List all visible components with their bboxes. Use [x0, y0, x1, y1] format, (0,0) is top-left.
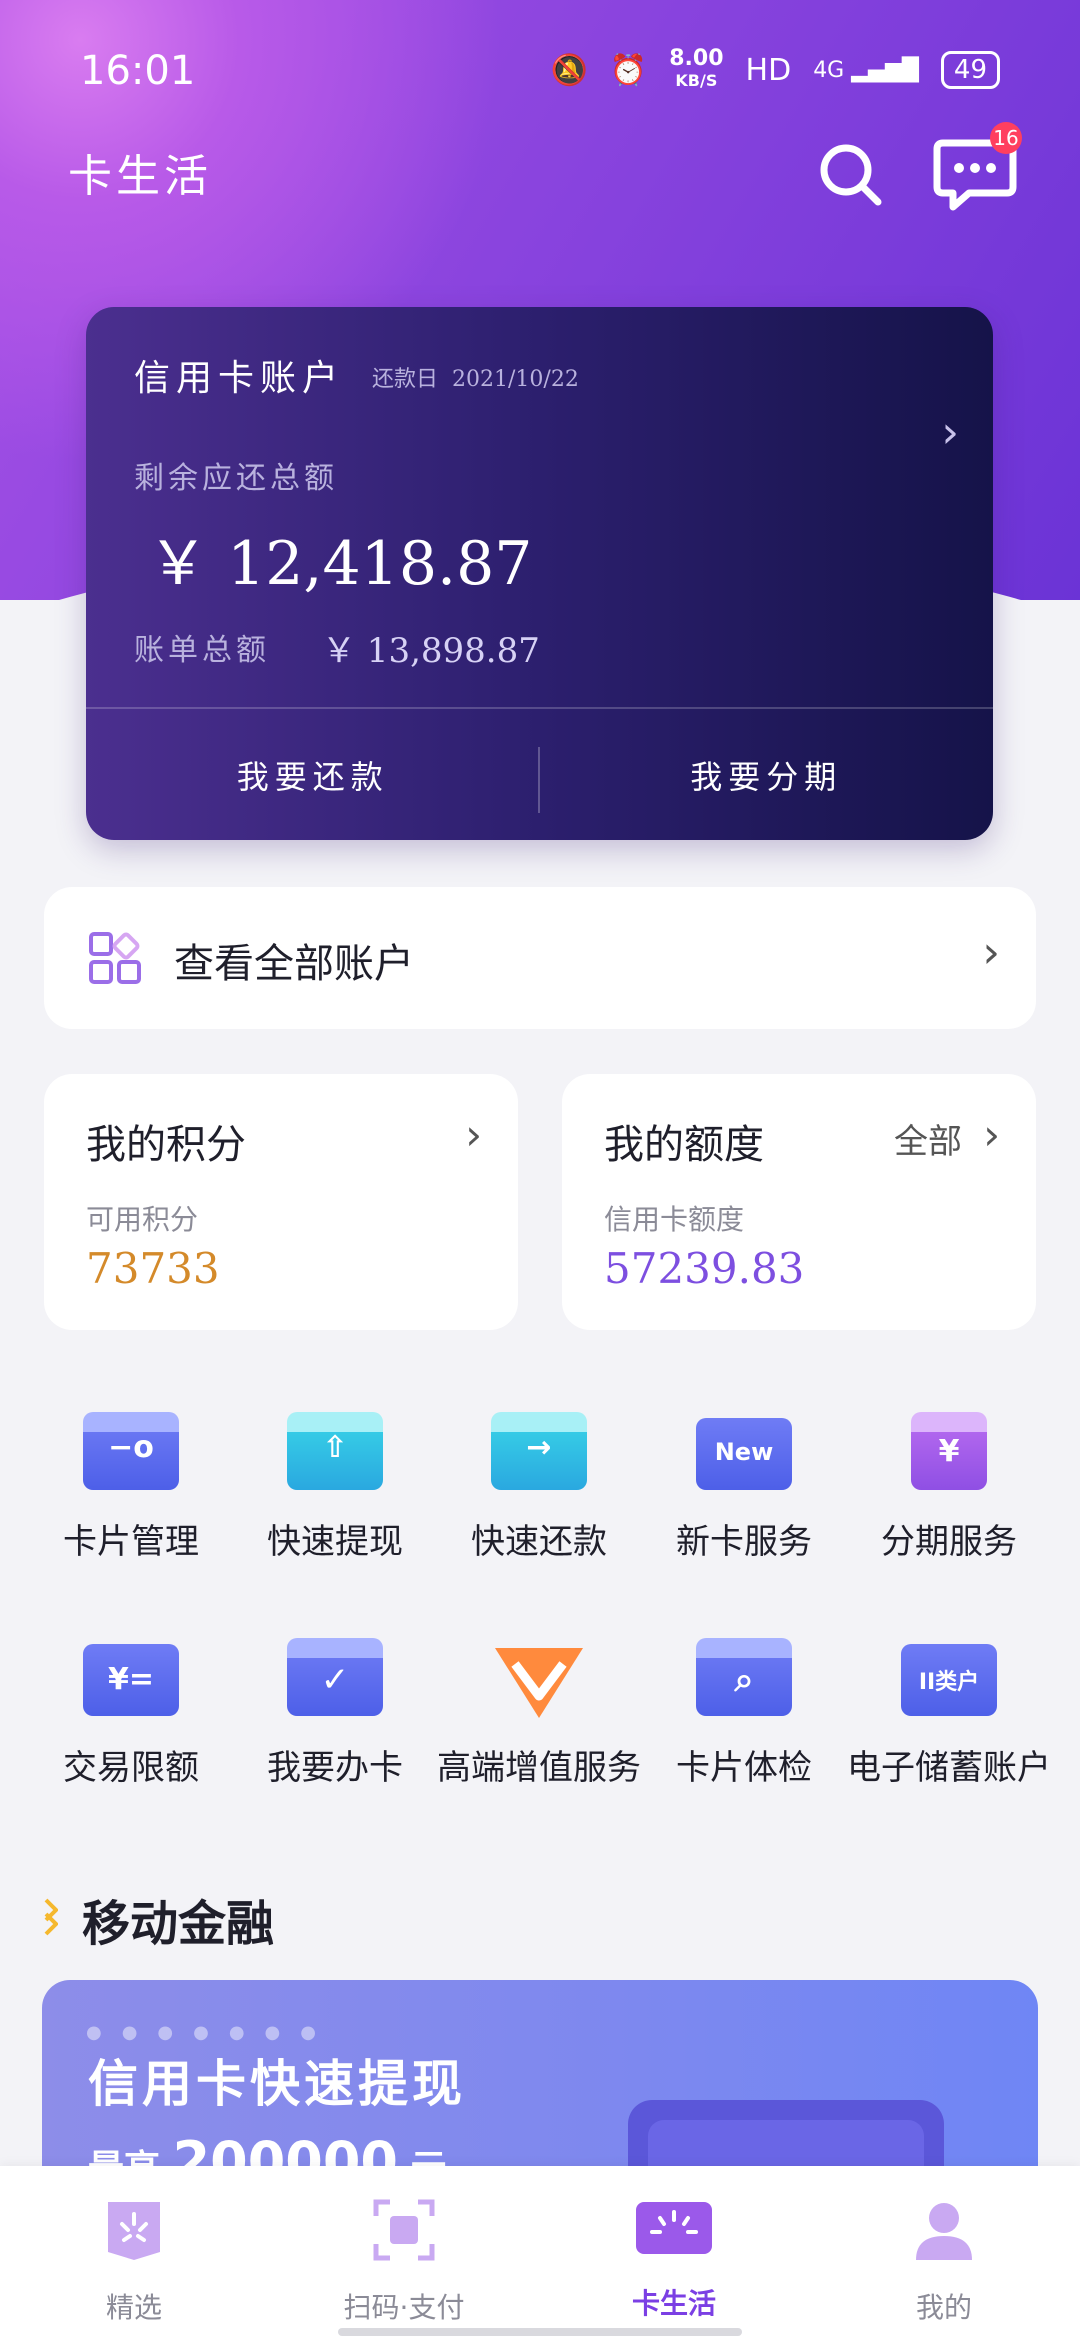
service-installment[interactable]: ¥ 分期服务 — [846, 1412, 1052, 1563]
tab-label: 我的 — [915, 2291, 972, 2324]
points-value: 73733 — [86, 1244, 220, 1293]
card-manage-icon: −o — [83, 1412, 179, 1490]
new-card-icon: New — [696, 1412, 792, 1490]
tab-scan-pay[interactable]: 扫码·支付 — [304, 2198, 504, 2326]
decorative-dots: ●●●●●●● — [86, 2022, 336, 2043]
card-checkup-icon: ⌕ — [696, 1638, 792, 1716]
section-title: 移动金融 — [82, 1896, 275, 1952]
messages-button[interactable]: 16 — [930, 122, 1022, 220]
installment-icon: ¥ — [901, 1412, 997, 1490]
view-all-accounts-label: 查看全部账户 — [174, 941, 414, 987]
bill-amount: ￥ 13,898.87 — [322, 631, 540, 671]
status-bar: 16:01 🔕 ⏰ 8.00 KB/S HD 4G ▂▄▆█ 49 — [0, 0, 1080, 150]
service-premium[interactable]: 高端增值服务 — [436, 1638, 642, 1789]
service-label: 分期服务 — [881, 1522, 1017, 1562]
e-savings-account-icon: II类户 — [901, 1638, 997, 1716]
credit-card-account[interactable]: 信用卡账户 还款日 2021/10/22 › 剩余应还总额 ￥ 12,418.8… — [86, 307, 993, 840]
featured-icon — [108, 2202, 160, 2260]
service-quick-withdraw[interactable]: ⇧ 快速提现 — [232, 1412, 438, 1563]
network-speed: 8.00 KB/S — [669, 46, 724, 91]
home-indicator[interactable] — [338, 2328, 742, 2336]
hd-indicator: HD — [745, 52, 792, 88]
promo-title: 信用卡快速提现 — [88, 2055, 466, 2113]
service-card-checkup[interactable]: ⌕ 卡片体检 — [641, 1638, 847, 1789]
tab-label: 扫码·支付 — [343, 2291, 465, 2324]
limit-title: 我的额度 — [604, 1122, 764, 1168]
service-label: 卡片管理 — [63, 1522, 199, 1562]
service-label: 快速还款 — [471, 1522, 607, 1562]
service-apply-card[interactable]: ✓ 我要办卡 — [232, 1638, 438, 1789]
signal-icon: 4G ▂▄▆█ — [813, 57, 919, 83]
search-button[interactable] — [806, 130, 896, 220]
repay-button[interactable]: 我要还款 — [86, 709, 540, 840]
chevron-right-icon: › — [983, 1110, 1000, 1159]
apply-card-icon: ✓ — [287, 1638, 383, 1716]
status-time: 16:01 — [80, 48, 196, 94]
chevron-right-icon: › — [982, 927, 1000, 978]
transaction-limit-icon: ¥= — [83, 1638, 179, 1716]
tab-card-life[interactable]: 卡生活 — [574, 2198, 774, 2322]
service-card-manage[interactable]: −o 卡片管理 — [28, 1412, 234, 1563]
service-new-card[interactable]: New 新卡服务 — [641, 1412, 847, 1563]
points-sub: 可用积分 — [86, 1203, 199, 1236]
card-life-icon — [636, 2202, 712, 2254]
search-icon — [820, 144, 882, 206]
service-label: 高端增值服务 — [437, 1748, 641, 1788]
status-icons: 🔕 ⏰ 8.00 KB/S HD 4G ▂▄▆█ 49 — [551, 48, 1000, 92]
alarm-icon: ⏰ — [609, 52, 648, 88]
tab-featured[interactable]: 精选 — [34, 2198, 234, 2326]
quick-repay-icon: → — [491, 1412, 587, 1490]
profile-icon — [916, 2203, 972, 2260]
remaining-amount: ￥ 12,418.87 — [148, 529, 533, 599]
action-separator — [538, 747, 540, 813]
premium-service-icon — [491, 1638, 587, 1718]
chevron-right-icon: › — [465, 1110, 482, 1159]
service-label: 新卡服务 — [676, 1522, 812, 1562]
tab-label: 卡生活 — [631, 2287, 716, 2320]
mute-icon: 🔕 — [550, 52, 588, 88]
quick-withdraw-icon: ⇧ — [287, 1412, 383, 1490]
page-title: 卡生活 — [68, 151, 212, 202]
service-label: 电子储蓄账户 — [847, 1748, 1051, 1788]
service-e-savings[interactable]: II类户 电子储蓄账户 — [846, 1638, 1052, 1789]
service-quick-repay[interactable]: → 快速还款 — [436, 1412, 642, 1563]
chevron-right-icon[interactable]: › — [941, 407, 959, 458]
battery-icon: 49 — [940, 51, 1000, 89]
tab-profile[interactable]: 我的 — [844, 2198, 1044, 2326]
limit-value: 57239.83 — [604, 1244, 805, 1293]
service-label: 快速提现 — [267, 1522, 403, 1562]
installment-button[interactable]: 我要分期 — [540, 709, 994, 840]
service-label: 卡片体检 — [676, 1748, 812, 1788]
tab-label: 精选 — [105, 2291, 162, 2324]
remaining-label: 剩余应还总额 — [134, 461, 338, 496]
bottom-tab-bar: 精选 扫码·支付 卡生活 我的 — [0, 2166, 1080, 2340]
view-all-accounts[interactable]: 查看全部账户 › — [44, 887, 1036, 1029]
service-label: 我要办卡 — [267, 1748, 403, 1788]
points-title: 我的积分 — [86, 1122, 246, 1168]
message-badge: 16 — [990, 122, 1022, 154]
scan-pay-icon — [373, 2199, 435, 2261]
service-transaction-limit[interactable]: ¥= 交易限额 — [28, 1638, 234, 1789]
accounts-grid-icon — [89, 932, 141, 984]
bill-label: 账单总额 — [134, 633, 270, 668]
points-card[interactable]: 我的积分 › 可用积分 73733 — [44, 1074, 518, 1330]
limit-card[interactable]: 我的额度 全部 › 信用卡额度 57239.83 — [562, 1074, 1036, 1330]
section-marker-icon — [44, 1898, 58, 1936]
card-title: 信用卡账户 — [134, 358, 345, 399]
service-label: 交易限额 — [63, 1748, 199, 1788]
limit-all-link[interactable]: 全部 — [894, 1114, 962, 1163]
due-date: 还款日 2021/10/22 — [372, 367, 579, 392]
limit-sub: 信用卡额度 — [604, 1203, 745, 1236]
